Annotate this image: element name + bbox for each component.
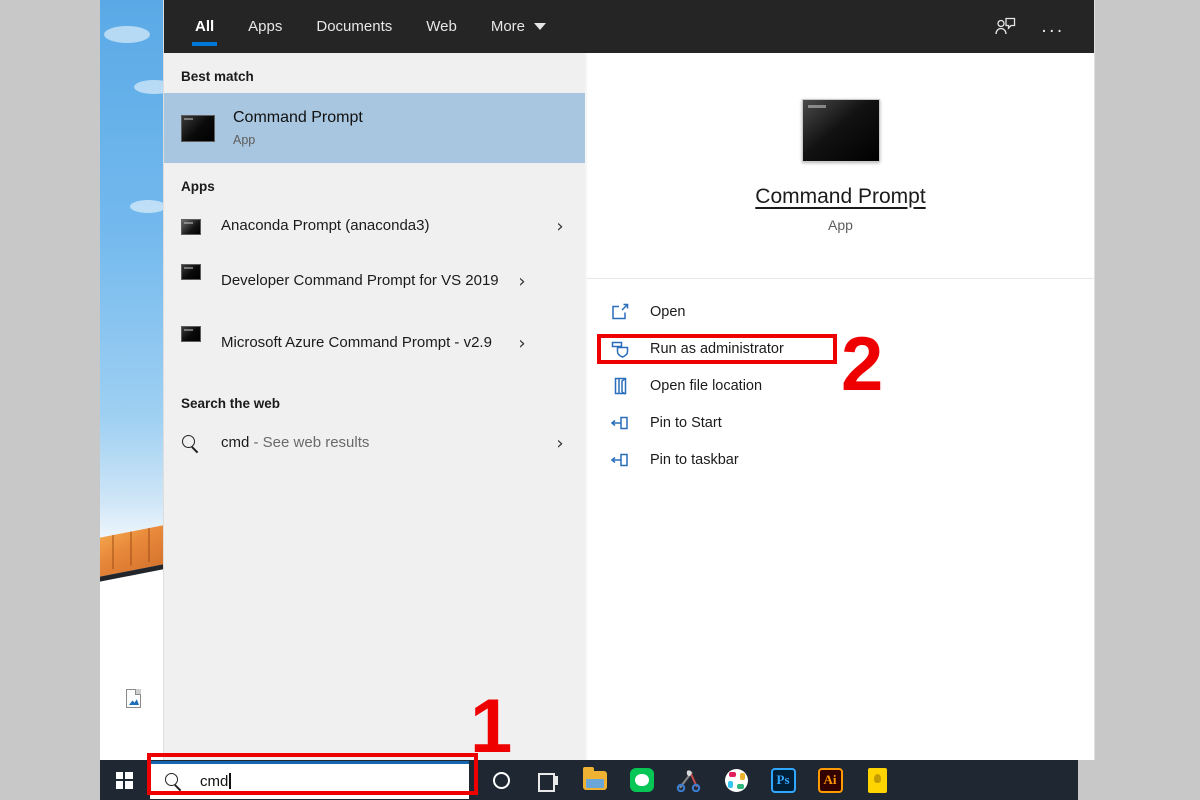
command-prompt-icon [801, 98, 880, 162]
action-label: Run as administrator [650, 340, 784, 357]
list-item-label: Developer Command Prompt for VS 2019 [221, 271, 499, 289]
slack-icon[interactable] [714, 760, 758, 800]
command-prompt-icon [181, 114, 215, 142]
action-run-as-administrator[interactable]: Run as administrator [587, 330, 1094, 367]
screen: All Apps Documents Web More ... Best mat… [0, 0, 1200, 800]
taskbar-icons: Ps Ai [479, 760, 899, 800]
task-view-icon[interactable] [526, 760, 570, 800]
preview-header: Command Prompt App [587, 53, 1094, 279]
windows-logo-icon [115, 771, 133, 789]
search-input[interactable]: cmd [150, 761, 469, 799]
chevron-right-icon[interactable]: › [549, 216, 571, 237]
web-result-text: cmd - See web results [221, 433, 549, 454]
shield-admin-icon [607, 340, 633, 358]
snipping-tool-icon[interactable] [667, 760, 711, 800]
desktop-file-icon[interactable] [126, 689, 141, 708]
tab-apps[interactable]: Apps [231, 0, 299, 53]
illustrator-label: Ai [817, 767, 843, 793]
chevron-down-icon [534, 23, 547, 30]
tab-more[interactable]: More [474, 0, 563, 53]
search-flyout: All Apps Documents Web More ... Best mat… [164, 0, 1094, 760]
chevron-right-icon[interactable]: › [511, 271, 533, 292]
list-item-anaconda-prompt[interactable]: Anaconda Prompt (anaconda3) › [164, 203, 585, 250]
apps-heading: Apps [181, 179, 215, 194]
cloud-shape [130, 200, 164, 213]
open-icon [607, 303, 633, 320]
list-item-web-result[interactable]: cmd - See web results › [164, 420, 585, 467]
command-prompt-icon [181, 264, 201, 280]
chevron-right-icon[interactable]: › [511, 333, 533, 354]
command-prompt-icon [181, 218, 201, 235]
more-options-icon[interactable]: ... [1032, 8, 1074, 46]
best-match-heading: Best match [181, 69, 254, 84]
search-the-web-heading: Search the web [181, 396, 281, 411]
more-options-label: ... [1041, 15, 1065, 37]
tab-apps-label: Apps [248, 18, 283, 35]
best-match-title: Command Prompt [233, 108, 363, 126]
folder-open-icon [607, 377, 633, 395]
command-prompt-icon [181, 326, 201, 342]
line-icon[interactable] [620, 760, 664, 800]
action-pin-to-start[interactable]: Pin to Start [587, 404, 1094, 441]
tab-web[interactable]: Web [409, 0, 474, 53]
notes-icon[interactable] [855, 760, 899, 800]
preview-title: Command Prompt [755, 184, 926, 208]
preview-pane: Command Prompt App Open Run as administr… [587, 53, 1094, 760]
header-actions: ... [984, 8, 1094, 46]
web-result-query: cmd [221, 434, 250, 452]
search-body: Best match Command Prompt App Apps Anaco… [164, 53, 1094, 760]
illustrator-icon[interactable]: Ai [808, 760, 852, 800]
chevron-right-icon[interactable]: › [549, 433, 571, 454]
search-input-value: cmd [200, 773, 233, 790]
action-label: Pin to Start [650, 414, 722, 431]
action-label: Open file location [650, 377, 763, 394]
search-header: All Apps Documents Web More ... [164, 0, 1094, 53]
cortana-icon[interactable] [479, 760, 523, 800]
list-item-label: Anaconda Prompt (anaconda3) [221, 217, 430, 235]
pin-icon [607, 415, 633, 431]
search-icon [164, 772, 184, 792]
action-label: Pin to taskbar [650, 451, 739, 468]
action-open-file-location[interactable]: Open file location [587, 367, 1094, 404]
tab-documents[interactable]: Documents [299, 0, 409, 53]
tab-documents-label: Documents [316, 18, 393, 35]
photoshop-label: Ps [770, 767, 796, 793]
tab-more-label: More [490, 18, 526, 35]
photoshop-icon[interactable]: Ps [761, 760, 805, 800]
search-icon [181, 434, 201, 454]
taskbar-overflow-area [1078, 760, 1200, 800]
best-match-item[interactable]: Command Prompt App [164, 93, 585, 163]
start-button[interactable] [100, 760, 148, 800]
text-cursor [229, 773, 231, 789]
list-item-label: Microsoft Azure Command Prompt - v2.9 [221, 333, 492, 351]
pin-icon [607, 452, 633, 468]
tab-all-label: All [195, 18, 215, 35]
results-list: Best match Command Prompt App Apps Anaco… [164, 53, 585, 760]
cloud-shape [104, 26, 150, 43]
tab-web-label: Web [426, 18, 457, 35]
desktop-lower-area [100, 648, 164, 760]
web-result-suffix: - See web results [249, 434, 370, 452]
best-match-text: Command Prompt App [233, 107, 571, 149]
list-item-developer-command-prompt[interactable]: Developer Command Prompt for VS 2019 › [164, 250, 585, 312]
list-item-azure-command-prompt[interactable]: Microsoft Azure Command Prompt - v2.9 › [164, 312, 585, 374]
preview-subtitle: App [828, 216, 853, 233]
tab-all[interactable]: All [178, 0, 231, 53]
filter-tabs: All Apps Documents Web More [164, 0, 563, 53]
roof-shape [100, 523, 164, 583]
desktop-wallpaper [100, 0, 164, 760]
file-explorer-icon[interactable] [573, 760, 617, 800]
best-match-subtitle: App [233, 132, 256, 147]
action-open[interactable]: Open [587, 293, 1094, 330]
taskbar: cmd Ps Ai [100, 760, 1200, 800]
action-pin-to-taskbar[interactable]: Pin to taskbar [587, 441, 1094, 478]
action-list: Open Run as administrator Open file loca… [587, 279, 1094, 478]
cloud-shape [134, 80, 164, 94]
action-label: Open [650, 303, 686, 320]
feedback-icon[interactable] [984, 8, 1026, 46]
